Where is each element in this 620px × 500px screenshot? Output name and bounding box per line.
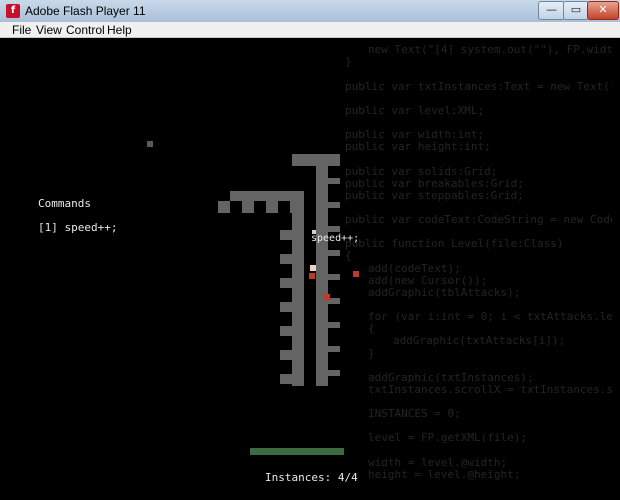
enemy-sprite [353, 271, 359, 277]
menu-view[interactable]: View [36, 23, 62, 37]
menu-help[interactable]: Help [107, 23, 132, 37]
stray-tile [147, 141, 153, 147]
wall-tile [230, 191, 304, 201]
maximize-button[interactable]: ▭ [563, 1, 589, 20]
menu-file[interactable]: File [12, 23, 31, 37]
wall-tile [292, 154, 340, 166]
enemy-sprite [309, 273, 315, 279]
left-tower-teeth [280, 230, 292, 384]
commands-heading: Commands [38, 197, 91, 210]
menu-bar: File View Control Help [0, 22, 620, 38]
speed-label: speed++; [311, 233, 360, 244]
right-tower-teeth [328, 178, 340, 376]
level-tiles [147, 141, 359, 386]
instances-counter: Instances: 4/4 [265, 471, 358, 484]
battlements [218, 201, 304, 213]
command-item[interactable]: [1] speed++; [38, 221, 117, 234]
player-sprite [310, 265, 316, 271]
instances-progress-bar [250, 448, 344, 455]
window-title: Adobe Flash Player 11 [25, 4, 146, 18]
close-button[interactable]: ✕ [587, 1, 619, 20]
instances-progress-fill [250, 448, 344, 455]
flash-icon: f [6, 4, 20, 18]
minimize-button[interactable]: — [538, 1, 565, 20]
wall-tile [292, 213, 304, 386]
title-bar[interactable]: f Adobe Flash Player 11 — ▭ ✕ [0, 0, 620, 23]
menu-control[interactable]: Control [66, 23, 105, 37]
game-canvas[interactable]: new Text("[4] system.out(""), FP.width }… [8, 38, 612, 494]
wall-tile [316, 166, 328, 386]
enemy-sprite [324, 294, 330, 300]
flash-player-window: f Adobe Flash Player 11 — ▭ ✕ File View … [0, 0, 620, 500]
